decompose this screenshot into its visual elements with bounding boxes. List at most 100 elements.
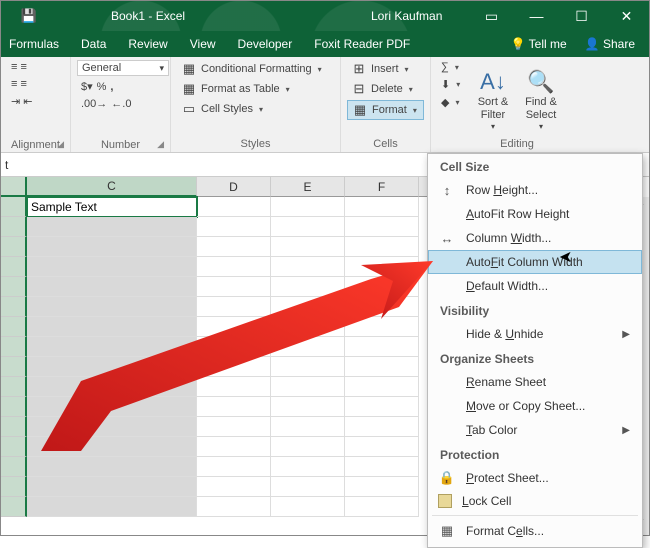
cell[interactable] <box>27 297 197 317</box>
cell[interactable] <box>271 437 345 457</box>
cell[interactable] <box>197 397 271 417</box>
cell[interactable] <box>27 377 197 397</box>
row-header[interactable] <box>1 357 27 377</box>
row-header[interactable] <box>1 337 27 357</box>
cell[interactable] <box>27 477 197 497</box>
row-header[interactable] <box>1 277 27 297</box>
cell[interactable] <box>345 397 419 417</box>
tab-developer[interactable]: Developer <box>238 37 293 51</box>
tab-formulas[interactable]: Formulas <box>9 37 59 51</box>
menu-move-copy[interactable]: Move or Copy Sheet... <box>428 394 642 418</box>
close-button[interactable]: ✕ <box>604 1 649 31</box>
cell[interactable] <box>197 417 271 437</box>
cell-c1[interactable]: Sample Text <box>27 197 197 217</box>
menu-protect-sheet[interactable]: 🔒Protect Sheet... <box>428 466 642 490</box>
cell[interactable] <box>271 337 345 357</box>
cell-styles-button[interactable]: ▭Cell Styles <box>177 100 334 118</box>
row-header[interactable] <box>1 497 27 517</box>
cell[interactable] <box>27 257 197 277</box>
cell[interactable] <box>197 357 271 377</box>
cell[interactable] <box>345 297 419 317</box>
menu-column-width[interactable]: ↔Column Width... <box>428 226 642 250</box>
format-as-table-button[interactable]: ▦Format as Table <box>177 80 334 98</box>
cell[interactable] <box>197 217 271 237</box>
sort-filter-button[interactable]: A↓Sort & Filter▾ <box>471 60 515 136</box>
menu-hide-unhide[interactable]: Hide & Unhide▶ <box>428 322 642 346</box>
menu-default-width[interactable]: Default Width... <box>428 274 642 298</box>
row-header[interactable] <box>1 217 27 237</box>
cell[interactable] <box>345 277 419 297</box>
clear-icon[interactable]: ◆ <box>437 95 465 110</box>
cell[interactable] <box>345 377 419 397</box>
cell[interactable] <box>27 337 197 357</box>
indent-icon[interactable]: ⇥ ⇤ <box>7 94 37 109</box>
autosum-icon[interactable]: ∑ <box>437 60 465 74</box>
cell[interactable] <box>271 457 345 477</box>
row-header[interactable] <box>1 477 27 497</box>
menu-tab-color[interactable]: Tab Color▶ <box>428 418 642 442</box>
cell[interactable] <box>345 257 419 277</box>
cell[interactable] <box>271 477 345 497</box>
column-header-c[interactable]: C <box>27 177 197 197</box>
tab-data[interactable]: Data <box>81 37 106 51</box>
comma-icon[interactable]: , <box>110 81 113 93</box>
cell[interactable] <box>345 497 419 517</box>
cell[interactable] <box>271 417 345 437</box>
cell[interactable] <box>27 317 197 337</box>
insert-cells-button[interactable]: ⊞Insert <box>347 60 424 78</box>
menu-autofit-column[interactable]: AutoFit Column Width <box>428 250 642 274</box>
row-header[interactable] <box>1 237 27 257</box>
cell[interactable] <box>345 357 419 377</box>
percent-icon[interactable]: % <box>97 81 107 93</box>
cell[interactable] <box>27 277 197 297</box>
cell[interactable] <box>271 297 345 317</box>
cell[interactable] <box>345 417 419 437</box>
decrease-decimal-icon[interactable]: ←.0 <box>111 98 131 110</box>
column-header-f[interactable]: F <box>345 177 419 197</box>
cell[interactable] <box>27 357 197 377</box>
align-top-icon[interactable]: ≡ ≡ <box>7 60 37 74</box>
column-header-d[interactable]: D <box>197 177 271 197</box>
cell[interactable] <box>197 237 271 257</box>
cell[interactable] <box>197 457 271 477</box>
select-all-corner[interactable] <box>1 177 27 197</box>
cell[interactable] <box>271 317 345 337</box>
cell[interactable] <box>197 337 271 357</box>
cell[interactable] <box>197 497 271 517</box>
cell[interactable] <box>27 437 197 457</box>
minimize-button[interactable]: — <box>514 1 559 31</box>
row-header[interactable] <box>1 317 27 337</box>
cell[interactable] <box>27 237 197 257</box>
menu-format-cells[interactable]: ▦Format Cells... <box>428 519 642 543</box>
cell[interactable] <box>271 377 345 397</box>
row-header[interactable] <box>1 397 27 417</box>
column-header-e[interactable]: E <box>271 177 345 197</box>
cell[interactable] <box>345 317 419 337</box>
align-left-icon[interactable]: ≡ ≡ <box>7 77 37 91</box>
cell[interactable] <box>197 317 271 337</box>
tell-me[interactable]: 💡 Tell me <box>511 37 567 51</box>
maximize-button[interactable]: ☐ <box>559 1 604 31</box>
cell[interactable] <box>271 357 345 377</box>
ribbon-options-icon[interactable]: ▭ <box>469 1 514 31</box>
cell[interactable] <box>197 277 271 297</box>
share-button[interactable]: 👤 Share <box>585 37 635 51</box>
format-cells-button[interactable]: ▦Format <box>347 100 424 120</box>
cell[interactable] <box>27 497 197 517</box>
tab-review[interactable]: Review <box>128 37 167 51</box>
cell[interactable] <box>27 217 197 237</box>
save-icon[interactable]: 💾 <box>21 8 37 24</box>
cell[interactable] <box>345 337 419 357</box>
row-header[interactable] <box>1 197 27 217</box>
cell[interactable] <box>345 197 419 217</box>
row-header[interactable] <box>1 257 27 277</box>
cell[interactable] <box>197 477 271 497</box>
tab-view[interactable]: View <box>190 37 216 51</box>
cell[interactable] <box>197 257 271 277</box>
cell[interactable] <box>27 417 197 437</box>
cell[interactable] <box>345 477 419 497</box>
cell[interactable] <box>197 297 271 317</box>
number-launcher-icon[interactable]: ◢ <box>157 139 164 150</box>
find-select-button[interactable]: 🔍Find & Select▾ <box>519 60 563 136</box>
menu-autofit-row[interactable]: AutoFit Row Height <box>428 202 642 226</box>
